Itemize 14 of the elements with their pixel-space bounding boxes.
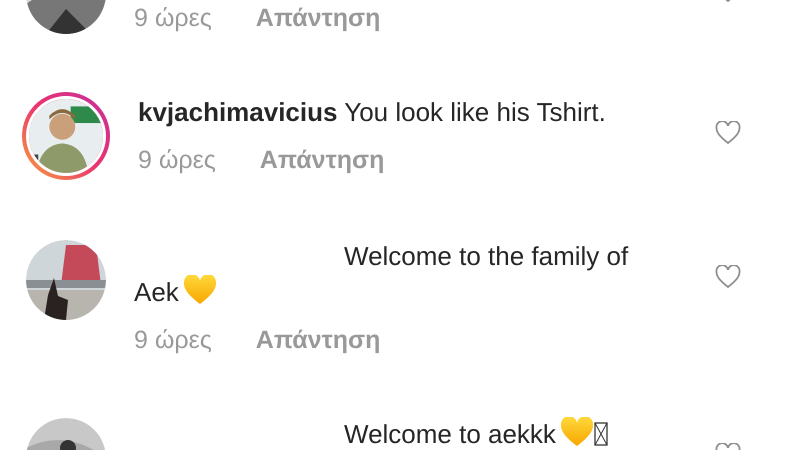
comment-text: kvjachimavicius You look like his Tshirt. — [138, 96, 607, 129]
comment-time: 9 ώρες — [138, 145, 216, 176]
heart-emoji-icon — [182, 275, 217, 305]
reply-link[interactable]: Απάντηση — [256, 322, 380, 358]
comment-time: 9 ώρες — [134, 3, 212, 34]
missing-glyph-icon — [594, 421, 608, 447]
heart-icon[interactable] — [715, 265, 741, 289]
comment-text: Welcome to aekkk — [134, 416, 649, 450]
heart-icon[interactable] — [715, 121, 741, 145]
heart-emoji-icon — [560, 417, 594, 447]
comment-time: 9 ώρες — [134, 325, 212, 356]
comment-text: Welcome to the family of Aek — [134, 240, 630, 309]
reply-link[interactable]: Απάντηση — [260, 142, 384, 178]
reply-link[interactable]: Απάντηση — [256, 0, 380, 36]
